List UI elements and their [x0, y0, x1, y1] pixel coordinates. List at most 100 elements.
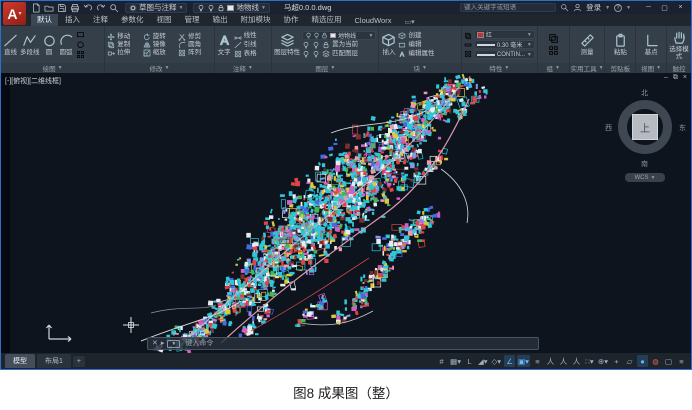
color-dropdown[interactable]: 红▼	[474, 30, 535, 39]
user-icon[interactable]	[573, 3, 582, 12]
status-toggle-16[interactable]: ◍	[650, 355, 661, 367]
viewcube-west[interactable]: 西	[605, 123, 612, 133]
command-line[interactable]: ✕ ▸ ▼	[147, 337, 539, 350]
panel-label-clipboard[interactable]: 剪贴板	[605, 63, 635, 73]
panel-label-properties[interactable]: 特性▼	[462, 63, 537, 73]
viewcube-east[interactable]: 东	[679, 123, 686, 133]
status-toggle-3[interactable]: ◢▾	[477, 355, 489, 367]
make-current-tool[interactable]: 置为当前	[302, 41, 376, 49]
status-toggle-18[interactable]: ≡	[676, 355, 687, 367]
panel-label-view[interactable]: 视图▼	[636, 63, 666, 73]
restore-button[interactable]: ▢	[657, 2, 672, 13]
paste-tool[interactable]: 粘贴	[613, 33, 628, 56]
tab-annotate[interactable]: 注释	[87, 13, 114, 26]
linetype-dropdown[interactable]: CONTIN...▼	[474, 50, 535, 59]
help-search-input[interactable]	[460, 3, 556, 12]
mag-icon[interactable]	[109, 3, 119, 13]
status-toggle-8[interactable]: 人	[545, 355, 556, 367]
close-icon[interactable]: ✕	[152, 339, 158, 349]
text-tool[interactable]: 文字	[217, 33, 232, 56]
redo-icon[interactable]	[96, 3, 106, 13]
close-button[interactable]: ×	[673, 2, 688, 13]
help-button[interactable]: ?	[614, 4, 622, 12]
status-toggle-10[interactable]: 人	[571, 355, 582, 367]
chevron-down-icon[interactable]: ▼	[626, 5, 631, 11]
selection-mode-tool[interactable]: 选择模式	[668, 30, 690, 60]
measure-tool[interactable]: 测量	[580, 33, 595, 56]
doc-restore-button[interactable]: ⧉	[673, 74, 678, 82]
viewport-controls[interactable]: [-][俯视][二维线框]	[5, 76, 61, 86]
doc-close-button[interactable]: ×	[683, 74, 687, 82]
status-toggle-7[interactable]: ≡	[532, 355, 543, 367]
recent-commands-icon[interactable]: ▼	[167, 340, 180, 348]
doc-minimize-button[interactable]: –	[664, 74, 668, 82]
tab-manage[interactable]: 管理	[179, 13, 206, 26]
array-tool[interactable]: 阵列	[178, 49, 211, 57]
base-view-tool[interactable]: 基点	[644, 33, 659, 56]
status-toggle-4[interactable]: ◇▾	[491, 355, 503, 367]
copy-tool[interactable]: 复制	[107, 41, 140, 49]
table-tool[interactable]: 表格	[234, 50, 257, 58]
customize-icon[interactable]: ▸	[161, 339, 165, 349]
minimize-button[interactable]: ─	[641, 2, 656, 13]
folder-icon[interactable]	[44, 3, 54, 13]
leader-tool[interactable]: 引线	[234, 41, 257, 49]
hatch-tool-icon[interactable]	[76, 50, 85, 59]
ellipse-tool-icon[interactable]	[76, 40, 85, 49]
fillet-tool[interactable]: 圆角	[178, 41, 211, 49]
panel-label-block[interactable]: 块▼	[379, 63, 460, 73]
status-toggle-0[interactable]: #	[436, 355, 447, 367]
status-toggle-1[interactable]: ▦▾	[449, 355, 462, 367]
match-properties-icon[interactable]	[464, 32, 472, 40]
panel-label-group[interactable]: 组▼	[538, 63, 569, 73]
ungroup-tool-icon[interactable]	[548, 45, 559, 56]
panel-label-touch[interactable]: 触控	[667, 63, 691, 73]
layer-dropdown[interactable]: 地物线 ▼	[302, 31, 376, 40]
new-layout-button[interactable]: +	[73, 356, 85, 367]
status-toggle-15[interactable]: ●	[637, 355, 648, 367]
wcs-dropdown[interactable]: WCS▼	[625, 173, 665, 182]
status-toggle-14[interactable]: ▱	[624, 355, 635, 367]
view-cube[interactable]: 北 南 西 东 上 WCS▼	[603, 87, 687, 187]
rotate-tool[interactable]: 旋转	[143, 33, 176, 41]
panel-label-modify[interactable]: 修改▼	[105, 63, 213, 73]
line-tool[interactable]: 直线	[3, 33, 18, 56]
undo-icon[interactable]	[83, 3, 93, 13]
status-toggle-2[interactable]: L	[464, 355, 475, 367]
viewcube-top-face[interactable]: 上	[632, 114, 658, 140]
status-toggle-6[interactable]: ▣▾	[517, 355, 530, 367]
status-toggle-9[interactable]: 人	[558, 355, 569, 367]
move-tool[interactable]: 移动	[107, 33, 140, 41]
layout1-tab[interactable]: 布局1	[37, 354, 71, 368]
chevron-down-icon[interactable]: ▼	[605, 5, 610, 11]
status-toggle-17[interactable]: ▢	[663, 355, 674, 367]
create-block-tool[interactable]: 创建	[398, 32, 434, 40]
panel-label-layers[interactable]: 图层▼	[272, 63, 378, 73]
command-input[interactable]	[183, 339, 534, 348]
rectangle-tool-icon[interactable]	[76, 30, 85, 39]
trim-tool[interactable]: 修剪	[178, 33, 211, 41]
panel-label-utilities[interactable]: 实用工具▼	[570, 63, 605, 73]
panel-label-annotate[interactable]: 注释▼	[215, 63, 272, 73]
sign-in-button[interactable]: 登录	[586, 2, 601, 13]
status-toggle-5[interactable]: ∠	[504, 355, 515, 367]
mirror-tool[interactable]: 镜像	[143, 41, 176, 49]
scale-tool[interactable]: 缩放	[143, 49, 176, 57]
app-menu-button[interactable]: A▾	[3, 2, 26, 25]
viewcube-south[interactable]: 南	[641, 159, 648, 169]
tab-parametric[interactable]: 参数化	[115, 13, 150, 26]
plot-style-icon[interactable]	[464, 50, 472, 58]
workspace-switcher[interactable]: 草图与注释 ▼	[125, 3, 187, 13]
stretch-tool[interactable]: 拉伸	[107, 49, 140, 57]
viewcube-north[interactable]: 北	[641, 88, 648, 98]
ribbon-display-toggle-icon[interactable]: ▭▾	[404, 18, 414, 26]
status-toggle-13[interactable]: +	[611, 355, 622, 367]
save-icon[interactable]	[57, 3, 67, 13]
edit-block-tool[interactable]: 编辑	[398, 41, 434, 49]
tab-cloudworx[interactable]: CloudWorx	[349, 15, 398, 26]
tab-addins[interactable]: 附加模块	[235, 13, 277, 26]
group-tool-icon[interactable]	[548, 33, 559, 44]
linear-dim-tool[interactable]: 线性	[234, 32, 257, 40]
layer-properties-tool[interactable]: 图层特性	[274, 33, 300, 56]
lineweight-dropdown[interactable]: 0.30 毫米▼	[474, 40, 535, 49]
